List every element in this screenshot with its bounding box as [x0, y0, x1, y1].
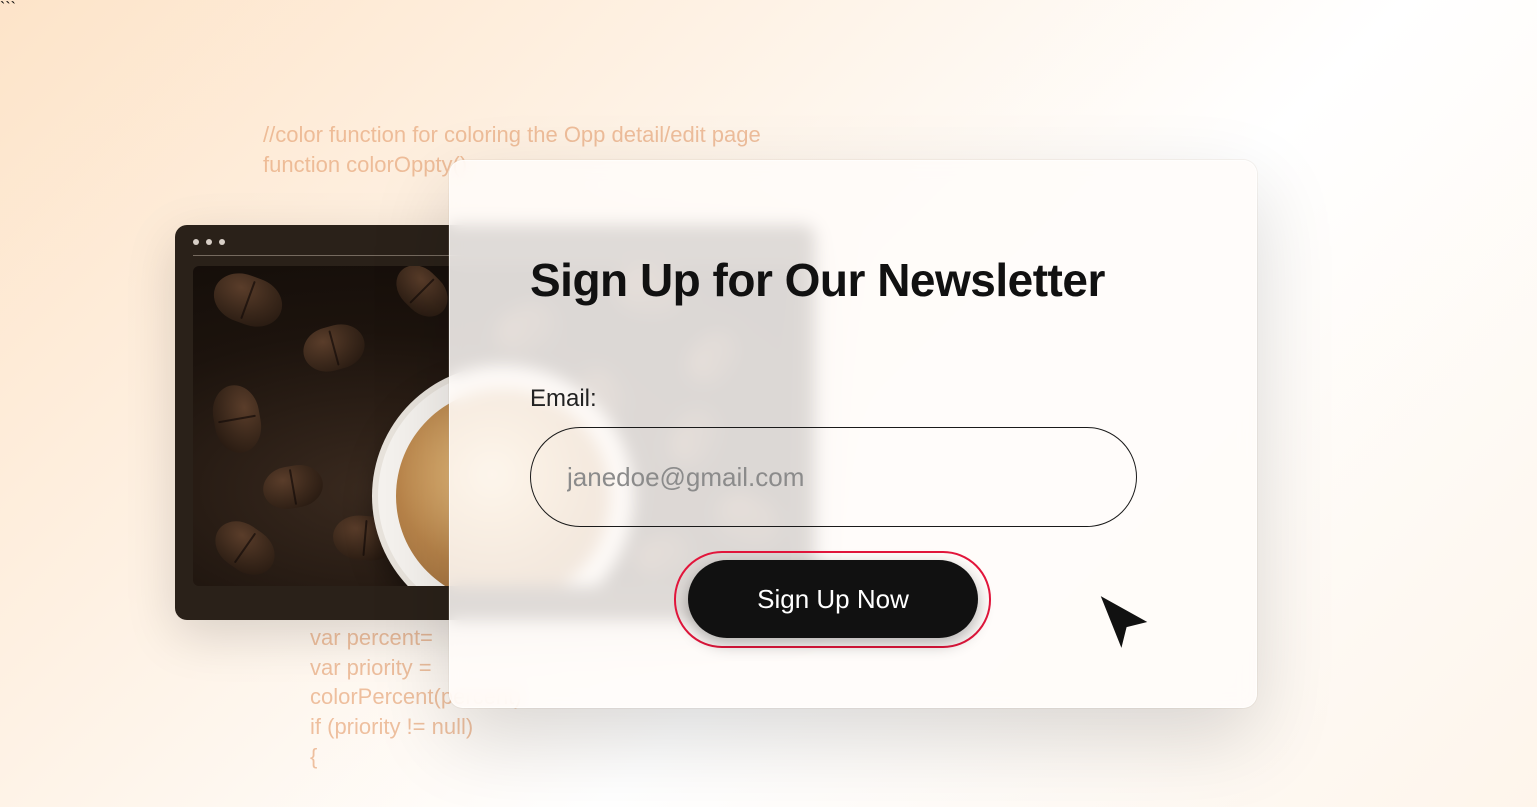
dot-icon — [193, 239, 199, 245]
dot-icon — [206, 239, 212, 245]
email-input[interactable] — [530, 427, 1137, 527]
email-label: Email: — [530, 385, 1176, 413]
sign-up-button[interactable]: Sign Up Now — [688, 560, 978, 638]
card-title: Sign Up for Our Newsletter — [530, 253, 1176, 307]
cursor-icon — [1093, 591, 1155, 653]
dot-icon — [219, 239, 225, 245]
